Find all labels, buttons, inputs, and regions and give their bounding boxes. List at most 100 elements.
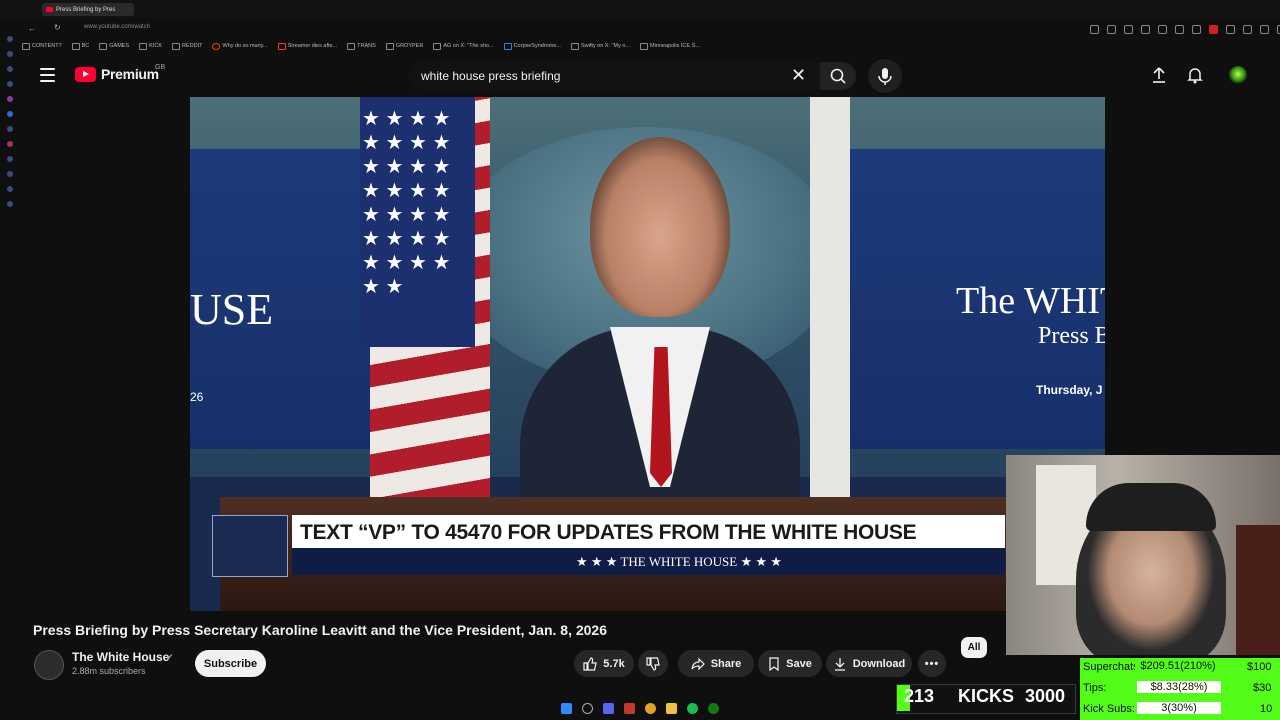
search-input[interactable]: white house press briefing bbox=[421, 69, 560, 83]
sidebar-app-icon[interactable] bbox=[7, 186, 13, 192]
bookmark[interactable]: Why do so many... bbox=[212, 42, 268, 50]
like-button[interactable]: 5.7k bbox=[574, 650, 634, 677]
app-icon[interactable] bbox=[624, 702, 635, 714]
kick-subs-label: Kick Subs: bbox=[1083, 703, 1135, 715]
save-button[interactable]: Save bbox=[758, 650, 822, 677]
bookmark[interactable]: GROYPER bbox=[385, 42, 423, 50]
extension-icon[interactable] bbox=[1260, 25, 1269, 34]
folder-icon bbox=[22, 42, 30, 50]
search-icon bbox=[830, 68, 846, 84]
share-button[interactable]: Share bbox=[678, 650, 754, 677]
bookmark[interactable]: GAMES bbox=[99, 42, 129, 50]
windows-start-icon[interactable] bbox=[561, 702, 572, 714]
tab-title: Press Briefing by Pres bbox=[56, 6, 116, 13]
extension-icon[interactable] bbox=[1124, 25, 1133, 34]
folder-icon bbox=[139, 42, 148, 50]
more-actions-button[interactable]: ••• bbox=[918, 650, 946, 677]
logo-word: Premium bbox=[101, 66, 159, 82]
left-screen-text: USE bbox=[190, 285, 274, 334]
discord-icon[interactable] bbox=[603, 702, 614, 714]
sidebar-app-icon[interactable] bbox=[7, 201, 13, 207]
chip-all[interactable]: All bbox=[961, 637, 987, 658]
kicks-count: 213 bbox=[904, 686, 935, 706]
folder-icon bbox=[172, 42, 180, 50]
bookmark[interactable]: BC bbox=[71, 42, 89, 50]
bell-icon bbox=[1187, 68, 1203, 84]
zoom-icon[interactable] bbox=[1090, 25, 1099, 34]
bookmark[interactable]: CorpseSyndrome... bbox=[503, 42, 561, 50]
sidebar-app-icon[interactable] bbox=[7, 81, 13, 87]
browser-tab[interactable]: Press Briefing by Pres bbox=[42, 3, 134, 16]
upload-icon bbox=[1153, 67, 1165, 83]
x-icon bbox=[570, 42, 579, 50]
sidebar-app-icon[interactable] bbox=[7, 51, 13, 57]
folder-icon bbox=[99, 42, 108, 50]
more-icon: ••• bbox=[924, 657, 940, 670]
sidebar-app-icon[interactable] bbox=[7, 141, 13, 147]
menu-icon[interactable] bbox=[40, 68, 55, 82]
sidebar-app-icon[interactable] bbox=[7, 126, 13, 132]
extension-icon[interactable] bbox=[1141, 25, 1150, 34]
kick-subs-value: 3(30%) bbox=[1137, 702, 1221, 714]
banner-white-house-image bbox=[212, 515, 288, 577]
extension-icon[interactable] bbox=[1209, 25, 1218, 34]
bookmark[interactable]: KICK bbox=[139, 42, 162, 50]
download-button[interactable]: Download bbox=[826, 650, 912, 677]
sidebar-app-icon[interactable] bbox=[7, 171, 13, 177]
browser-tab-bar bbox=[0, 0, 1280, 18]
bookmark-icon bbox=[769, 656, 779, 671]
clear-search-icon[interactable]: ✕ bbox=[791, 66, 806, 84]
search-button[interactable] bbox=[820, 62, 856, 90]
bookmark[interactable]: Minneapolis ICE S... bbox=[640, 42, 700, 50]
folder-icon[interactable] bbox=[666, 702, 677, 714]
download-icon bbox=[834, 657, 845, 671]
webcam-overlay bbox=[1006, 455, 1280, 655]
shield-icon[interactable] bbox=[1158, 25, 1167, 34]
bookmark[interactable]: AG on X: "The sho... bbox=[433, 42, 494, 50]
thumbs-up-icon bbox=[583, 656, 598, 671]
search-taskbar-icon[interactable] bbox=[582, 702, 593, 714]
upload-button[interactable] bbox=[1150, 66, 1168, 84]
extension-icon[interactable] bbox=[1107, 25, 1116, 34]
url-text[interactable]: www.youtube.com/watch bbox=[84, 24, 150, 30]
back-icon[interactable]: ← bbox=[28, 24, 36, 33]
bookmark[interactable]: Swifty on X: "My n... bbox=[570, 42, 630, 50]
channel-avatar[interactable] bbox=[34, 650, 64, 680]
superchats-goal: $100 bbox=[1247, 661, 1272, 673]
right-screen-title: The WHIT bbox=[956, 280, 1105, 322]
dislike-button[interactable] bbox=[638, 650, 668, 677]
sidebar-app-icon[interactable] bbox=[7, 66, 13, 72]
sidebar-app-icon[interactable] bbox=[7, 96, 13, 102]
tips-goal: $30 bbox=[1253, 682, 1272, 694]
sidebar-app-icon[interactable] bbox=[7, 111, 13, 117]
channel-name[interactable]: The White House bbox=[72, 650, 169, 664]
extension-icon[interactable] bbox=[1226, 25, 1235, 34]
bookmark[interactable]: TRANS bbox=[347, 42, 376, 50]
bookmarks-bar: CONTENT? BC GAMES KICK REDDIT Why do so … bbox=[22, 39, 1272, 53]
account-avatar[interactable] bbox=[1229, 66, 1247, 84]
notifications-button[interactable] bbox=[1186, 66, 1204, 84]
spotify-icon[interactable] bbox=[687, 702, 698, 714]
extension-icon[interactable] bbox=[1243, 25, 1252, 34]
sidebar-app-icon[interactable] bbox=[7, 36, 13, 42]
bookmark[interactable]: REDDIT bbox=[172, 42, 202, 50]
youtube-premium-logo[interactable]: Premium GB bbox=[75, 64, 165, 82]
bookmark[interactable]: CONTENT? bbox=[22, 42, 62, 50]
voice-search-button[interactable] bbox=[868, 59, 902, 93]
sidebar-app-icon[interactable] bbox=[7, 156, 13, 162]
subscriber-count: 2.88m subscribers bbox=[72, 666, 146, 676]
heart-icon[interactable] bbox=[1192, 25, 1201, 34]
thumbs-down-icon bbox=[646, 656, 660, 671]
microphone-icon bbox=[878, 68, 892, 85]
youtube-favicon-icon bbox=[46, 7, 53, 12]
chrome-icon[interactable] bbox=[645, 702, 656, 714]
address-bar[interactable] bbox=[0, 20, 1280, 38]
chair bbox=[1236, 525, 1280, 655]
share-icon bbox=[691, 657, 705, 670]
bookmark[interactable]: Streamer dies afte... bbox=[277, 42, 337, 50]
video-player[interactable]: USE 26 The WHIT Press B Thursday, J ★ ★ … bbox=[190, 97, 1105, 611]
extension-icon[interactable] bbox=[1175, 25, 1184, 34]
xbox-icon[interactable] bbox=[708, 702, 719, 714]
reload-icon[interactable]: ↻ bbox=[54, 23, 61, 32]
subscribe-button[interactable]: Subscribe bbox=[195, 650, 266, 677]
